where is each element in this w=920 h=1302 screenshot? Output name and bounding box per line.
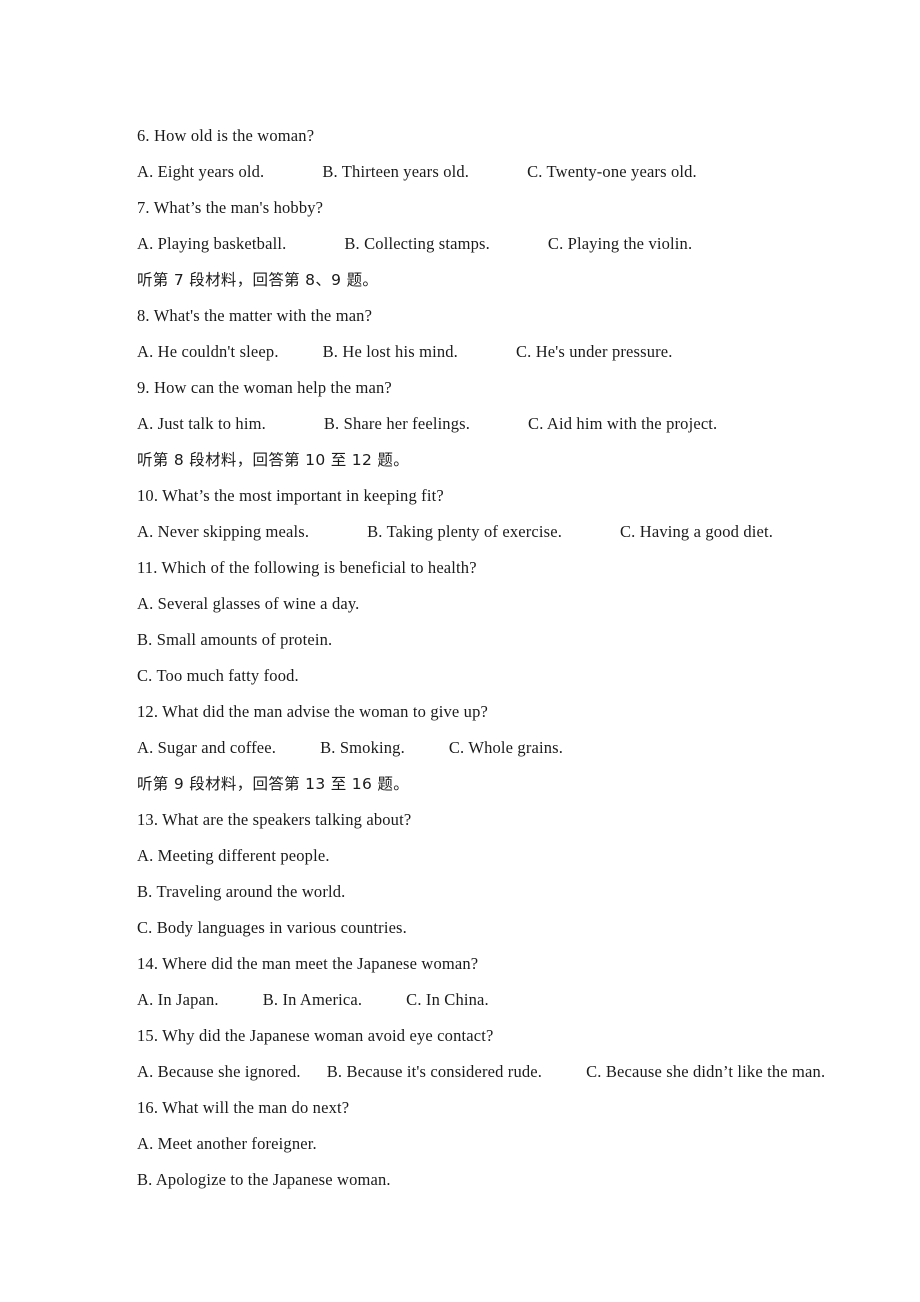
cn-section-7: 听第 7 段材料，回答第 8、9 题。 — [137, 271, 379, 289]
q10-options: A. Never skipping meals. B. Taking plenty… — [137, 514, 920, 550]
q12-options-choice-a[interactable]: A. Sugar and coffee. — [137, 730, 276, 766]
q8-options-choice-a[interactable]: A. He couldn't sleep. — [137, 334, 279, 370]
q7-options: A. Playing basketball. B. Collecting stam… — [137, 226, 920, 262]
q8-stem: 8. What's the matter with the man? — [137, 306, 373, 325]
q9-options-choice-c[interactable]: C. Aid him with the project. — [528, 406, 717, 442]
q7-options-choice-c[interactable]: C. Playing the violin. — [548, 226, 692, 262]
q14-options-choice-c[interactable]: C. In China. — [406, 982, 489, 1018]
q15-stem: 15. Why did the Japanese woman avoid eye… — [137, 1026, 494, 1045]
q6-options: A. Eight years old. B. Thirteen years old… — [137, 154, 920, 190]
q12-options: A. Sugar and coffee. B. Smoking. C. Whole … — [137, 730, 920, 766]
q6-stem: 6. How old is the woman? — [137, 126, 315, 145]
q12-options-choice-b[interactable]: B. Smoking. — [320, 730, 405, 766]
q12-stem: 12. What did the man advise the woman to… — [137, 702, 488, 721]
q14-options-choice-a[interactable]: A. In Japan. — [137, 982, 219, 1018]
q9-stem: 9. How can the woman help the man? — [137, 378, 392, 397]
q7-options-choice-b[interactable]: B. Collecting stamps. — [344, 226, 490, 262]
q11-stem: 11. Which of the following is beneficial… — [137, 558, 477, 577]
q10-options-choice-b[interactable]: B. Taking plenty of exercise. — [367, 514, 562, 550]
q14-options: A. In Japan. B. In America. C. In China. — [137, 982, 920, 1018]
q16-option-a[interactable]: A. Meet another foreigner. — [137, 1126, 920, 1162]
q11-option-a[interactable]: A. Several glasses of wine a day. — [137, 586, 920, 622]
q10-options-choice-c[interactable]: C. Having a good diet. — [620, 514, 773, 550]
q9-options-choice-a[interactable]: A. Just talk to him. — [137, 406, 266, 442]
q13-stem: 13. What are the speakers talking about? — [137, 810, 412, 829]
q11-option-c[interactable]: C. Too much fatty food. — [137, 658, 920, 694]
q16-option-b[interactable]: B. Apologize to the Japanese woman. — [137, 1162, 920, 1198]
q8-options-choice-c[interactable]: C. He's under pressure. — [516, 334, 673, 370]
q8-options: A. He couldn't sleep. B. He lost his mind… — [137, 334, 920, 370]
q6-options-choice-a[interactable]: A. Eight years old. — [137, 154, 264, 190]
q15-options-choice-b[interactable]: B. Because it's considered rude. — [327, 1054, 542, 1090]
q12-options-choice-c[interactable]: C. Whole grains. — [449, 730, 563, 766]
q13-option-b[interactable]: B. Traveling around the world. — [137, 874, 920, 910]
q7-stem: 7. What’s the man's hobby? — [137, 198, 324, 217]
q14-stem: 14. Where did the man meet the Japanese … — [137, 954, 479, 973]
q6-options-choice-c[interactable]: C. Twenty-one years old. — [527, 154, 697, 190]
cn-section-9: 听第 9 段材料，回答第 13 至 16 题。 — [137, 775, 410, 793]
q6-options-choice-b[interactable]: B. Thirteen years old. — [322, 154, 469, 190]
q9-options-choice-b[interactable]: B. Share her feelings. — [324, 406, 470, 442]
q13-option-c[interactable]: C. Body languages in various countries. — [137, 910, 920, 946]
q9-options: A. Just talk to him. B. Share her feeling… — [137, 406, 920, 442]
q15-options-choice-c[interactable]: C. Because she didn’t like the man. — [586, 1054, 825, 1090]
exam-page: 6. How old is the woman? A. Eight years o… — [0, 0, 920, 1302]
q13-option-a[interactable]: A. Meeting different people. — [137, 838, 920, 874]
q15-options: A. Because she ignored. B. Because it's c… — [137, 1054, 920, 1090]
q11-option-b[interactable]: B. Small amounts of protein. — [137, 622, 920, 658]
q10-stem: 10. What’s the most important in keeping… — [137, 486, 444, 505]
q8-options-choice-b[interactable]: B. He lost his mind. — [323, 334, 458, 370]
q15-options-choice-a[interactable]: A. Because she ignored. — [137, 1054, 301, 1090]
q14-options-choice-b[interactable]: B. In America. — [263, 982, 362, 1018]
q16-stem: 16. What will the man do next? — [137, 1098, 350, 1117]
q10-options-choice-a[interactable]: A. Never skipping meals. — [137, 514, 309, 550]
q7-options-choice-a[interactable]: A. Playing basketball. — [137, 226, 286, 262]
cn-section-8: 听第 8 段材料，回答第 10 至 12 题。 — [137, 451, 410, 469]
